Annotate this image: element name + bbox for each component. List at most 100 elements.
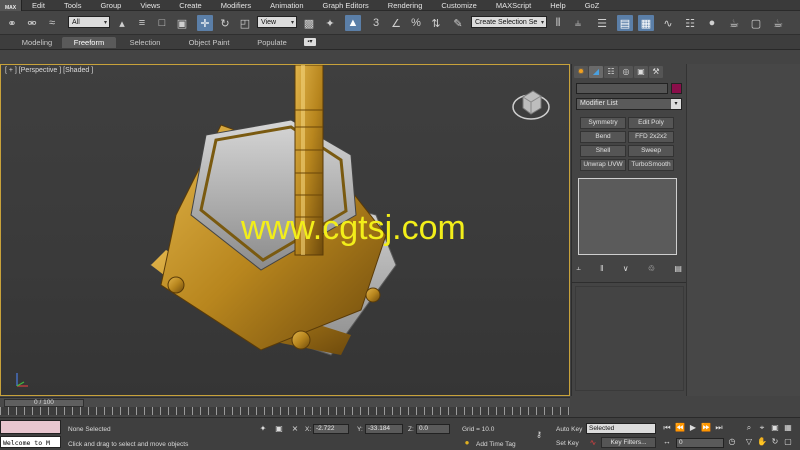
- menu-create[interactable]: Create: [169, 0, 211, 11]
- reference-coordinate-dropdown[interactable]: View ▾: [257, 16, 297, 28]
- time-slider-thumb[interactable]: 0 / 100: [4, 399, 84, 407]
- pin-stack-icon[interactable]: ⫠: [576, 263, 581, 273]
- menu-group[interactable]: Group: [90, 0, 130, 11]
- previous-frame-icon[interactable]: ⏪: [675, 423, 685, 433]
- rect-selection-icon[interactable]: □: [154, 15, 170, 31]
- tab-freeform[interactable]: Freeform: [62, 37, 116, 48]
- z-coordinate-field[interactable]: 0.0: [416, 424, 450, 434]
- zoom-extents-all-icon[interactable]: ▦: [783, 423, 793, 433]
- modify-tab-icon[interactable]: ◢: [589, 66, 603, 78]
- modifier-sweep-button[interactable]: Sweep: [628, 145, 674, 157]
- modifier-symmetry-button[interactable]: Symmetry: [580, 117, 626, 129]
- modifier-bend-button[interactable]: Bend: [580, 131, 626, 143]
- keyboard-shortcut-override-icon[interactable]: ▲: [345, 15, 361, 31]
- field-of-view-icon[interactable]: ▽: [744, 437, 754, 447]
- edit-named-selection-icon[interactable]: ✎: [450, 15, 466, 31]
- mirror-icon[interactable]: ⫴: [550, 15, 566, 31]
- maxscript-listener-input[interactable]: [0, 420, 61, 434]
- orbit-icon[interactable]: ↻: [770, 437, 780, 447]
- object-name-input[interactable]: [576, 83, 668, 94]
- auto-key-button[interactable]: Auto Key: [556, 426, 582, 433]
- key-filters-button[interactable]: Key Filters...: [601, 437, 656, 448]
- app-logo[interactable]: MAX: [0, 0, 22, 11]
- zoom-all-icon[interactable]: ⌖: [757, 423, 767, 433]
- motion-tab-icon[interactable]: ◎: [619, 66, 633, 78]
- named-selection-sets-dropdown[interactable]: Create Selection Se ▾: [471, 16, 547, 28]
- time-slider[interactable]: 0 / 100: [0, 397, 570, 407]
- render-setup-icon[interactable]: ☕: [726, 15, 742, 31]
- current-frame-field[interactable]: 0: [676, 438, 724, 448]
- time-configuration-icon[interactable]: ◷: [727, 437, 737, 447]
- menu-edit[interactable]: Edit: [22, 0, 54, 11]
- menu-views[interactable]: Views: [130, 0, 169, 11]
- menu-animation[interactable]: Animation: [260, 0, 312, 11]
- viewcube[interactable]: [511, 83, 551, 123]
- create-tab-icon[interactable]: ✹: [574, 66, 588, 78]
- absolute-mode-icon[interactable]: ⨯: [290, 424, 300, 434]
- modifier-turbosmooth-button[interactable]: TurboSmooth: [628, 159, 674, 171]
- menu-goz[interactable]: GoZ: [575, 0, 609, 11]
- snaps-toggle-icon[interactable]: 3: [368, 15, 384, 31]
- utilities-tab-icon[interactable]: ⚒: [649, 66, 663, 78]
- remove-modifier-icon[interactable]: ♲: [648, 264, 655, 273]
- selection-lock-icon[interactable]: ▣: [274, 424, 284, 434]
- menu-tools[interactable]: Tools: [54, 0, 91, 11]
- maximize-viewport-icon[interactable]: ▢: [783, 437, 793, 447]
- go-to-end-icon[interactable]: ⏭: [714, 423, 724, 433]
- display-tab-icon[interactable]: ▣: [634, 66, 648, 78]
- select-link-icon[interactable]: ⚭: [4, 15, 20, 31]
- menu-maxscript[interactable]: MAXScript: [486, 0, 540, 11]
- menu-customize[interactable]: Customize: [431, 0, 485, 11]
- key-mode-toggle-icon[interactable]: ∿: [588, 438, 598, 448]
- hierarchy-tab-icon[interactable]: ☷: [604, 66, 618, 78]
- align-icon[interactable]: ⫨: [570, 15, 586, 31]
- select-object-icon[interactable]: ▴: [114, 15, 130, 31]
- make-unique-icon[interactable]: ∨: [623, 264, 629, 273]
- render-production-icon[interactable]: ☕: [770, 15, 786, 31]
- go-to-start-icon[interactable]: ⏮: [662, 423, 672, 433]
- pivot-center-icon[interactable]: ▩: [301, 15, 317, 31]
- select-scale-icon[interactable]: ◰: [237, 15, 253, 31]
- schematic-view-icon[interactable]: ☷: [682, 15, 698, 31]
- toggle-layer-explorer-icon[interactable]: ▤: [617, 15, 633, 31]
- tab-modeling[interactable]: Modeling: [14, 37, 60, 48]
- percent-snap-icon[interactable]: %: [408, 15, 424, 31]
- modifier-ffd-button[interactable]: FFD 2x2x2: [628, 131, 674, 143]
- add-time-tag[interactable]: Add Time Tag: [476, 441, 516, 448]
- selection-filter-dropdown[interactable]: All ▾: [68, 16, 110, 28]
- key-icon[interactable]: ⚷: [530, 430, 548, 440]
- modifier-shell-button[interactable]: Shell: [580, 145, 626, 157]
- toggle-ribbon-icon[interactable]: ▦: [638, 15, 654, 31]
- menu-rendering[interactable]: Rendering: [378, 0, 432, 11]
- show-end-result-icon[interactable]: ‖: [600, 264, 603, 273]
- play-icon[interactable]: ▶: [688, 423, 698, 433]
- select-by-name-icon[interactable]: ≡: [134, 15, 150, 31]
- spinner-snap-icon[interactable]: ⇅: [428, 15, 444, 31]
- rendered-frame-window-icon[interactable]: ▢: [748, 15, 764, 31]
- unlink-icon[interactable]: ⚮: [24, 15, 40, 31]
- x-coordinate-field[interactable]: -2.722: [313, 424, 349, 434]
- tab-selection[interactable]: Selection: [120, 37, 170, 48]
- window-crossing-icon[interactable]: ▣: [174, 15, 190, 31]
- next-frame-icon[interactable]: ⏩: [701, 423, 711, 433]
- select-rotate-icon[interactable]: ↻: [217, 15, 233, 31]
- modifier-stack[interactable]: [578, 178, 677, 255]
- menu-help[interactable]: Help: [540, 0, 574, 11]
- perspective-viewport[interactable]: [ + ] [Perspective ] [Shaded ] www.cgtsj…: [0, 64, 570, 396]
- menu-modifiers[interactable]: Modifiers: [211, 0, 260, 11]
- ribbon-options-button[interactable]: ▪▾: [304, 38, 316, 46]
- track-bar[interactable]: [0, 407, 570, 415]
- select-manipulate-icon[interactable]: ✦: [322, 15, 338, 31]
- curve-editor-icon[interactable]: ∿: [660, 15, 676, 31]
- bind-space-warp-icon[interactable]: ≈: [44, 15, 60, 31]
- key-mode-icon[interactable]: ↔: [662, 437, 672, 447]
- toggle-scene-explorer-icon[interactable]: ☰: [594, 15, 610, 31]
- isolate-selection-icon[interactable]: ✦: [258, 424, 268, 434]
- modifier-edit-poly-button[interactable]: Edit Poly: [628, 117, 674, 129]
- menu-graph-editors[interactable]: Graph Editors: [313, 0, 378, 11]
- set-key-button[interactable]: Set Key: [556, 440, 579, 447]
- select-move-icon[interactable]: ✛: [197, 15, 213, 31]
- maxscript-listener-output[interactable]: Welcome to M: [0, 436, 61, 448]
- pan-view-icon[interactable]: ✋: [757, 437, 767, 447]
- modifier-unwrap-uvw-button[interactable]: Unwrap UVW: [580, 159, 626, 171]
